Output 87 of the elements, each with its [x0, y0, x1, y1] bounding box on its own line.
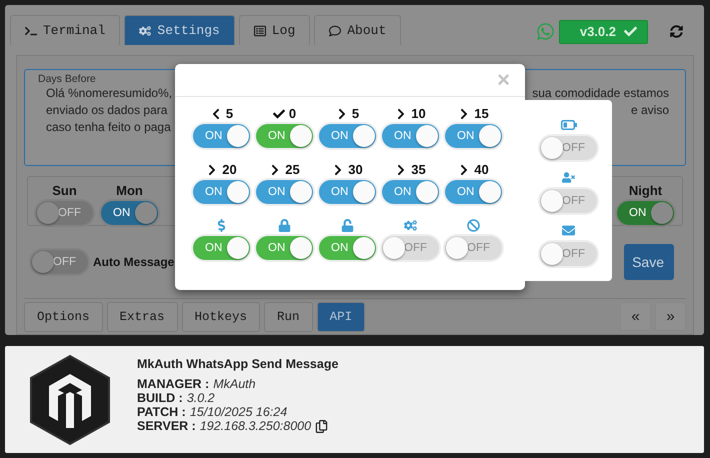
toggle-switch[interactable]: ON: [445, 124, 502, 148]
save-button[interactable]: Save: [624, 244, 674, 280]
copy-icon[interactable]: [315, 420, 328, 432]
toggle-switch[interactable]: ON: [445, 180, 502, 204]
tab-label: Log: [272, 23, 296, 38]
tab-label: About: [347, 23, 386, 38]
threshold-label: 35: [411, 162, 426, 177]
section-tab[interactable]: Extras: [106, 302, 178, 332]
toggle-switch[interactable]: OFF: [31, 250, 88, 274]
toggle-switch[interactable]: ON: [617, 201, 674, 225]
toggle-switch[interactable]: ON: [256, 124, 313, 148]
pager-button[interactable]: »: [655, 302, 686, 331]
toggle-switch[interactable]: ON: [101, 201, 158, 225]
threshold-label: 40: [474, 162, 489, 177]
nav-tab[interactable]: Terminal: [10, 15, 120, 45]
threshold-label: 15: [474, 106, 489, 121]
info-label: PATCH :: [137, 405, 186, 419]
check-icon: [272, 108, 285, 120]
threshold-label: 10: [411, 106, 426, 121]
day-label: Sun: [52, 183, 77, 198]
toggle-switch[interactable]: ON: [193, 124, 250, 148]
toggle-switch[interactable]: OFF: [36, 201, 93, 225]
whatsapp-icon: [536, 22, 555, 41]
threshold-label: 5: [226, 106, 234, 121]
day-label: Night: [628, 183, 662, 198]
close-button[interactable]: ×: [497, 69, 510, 91]
section-tab[interactable]: Hotkeys: [182, 302, 260, 332]
toggle-switch[interactable]: OFF: [445, 236, 502, 260]
toggle-switch[interactable]: ON: [319, 236, 376, 260]
toggle-switch[interactable]: ON: [382, 124, 439, 148]
message-text: enviado os dados para: [46, 102, 168, 119]
section-tab[interactable]: Run: [264, 302, 313, 332]
toggle-switch[interactable]: ON: [256, 180, 313, 204]
message-text: Olá %nomeresumido%,: [46, 85, 172, 102]
message-text: caso tenha feito o paga: [46, 119, 171, 136]
toggle-switch[interactable]: ON: [256, 236, 313, 260]
toggle-switch[interactable]: ON: [319, 180, 376, 204]
terminal-icon: [25, 24, 37, 36]
ban-icon: [467, 219, 480, 232]
unlock-icon: [341, 219, 354, 232]
toggle-switch[interactable]: OFF: [540, 136, 597, 160]
info-value: MkAuth: [213, 377, 256, 391]
threshold-label: 0: [288, 106, 296, 121]
envelope-icon: [562, 224, 575, 237]
toggle-switch[interactable]: ON: [319, 124, 376, 148]
nav-tab[interactable]: About: [314, 15, 402, 45]
info-value: 3.0.2: [186, 391, 215, 405]
threshold-label: 25: [285, 162, 300, 177]
toggle-switch[interactable]: ON: [193, 236, 250, 260]
toggle-switch[interactable]: OFF: [382, 236, 439, 260]
info-label: BUILD :: [137, 391, 183, 405]
message-text: sua comodidade estamos: [532, 85, 669, 102]
logo-icon: [27, 354, 113, 446]
list-icon: [254, 24, 266, 36]
lock-icon: [278, 219, 291, 232]
version-button[interactable]: v3.0.2: [558, 20, 648, 44]
user-remove-icon: [562, 171, 575, 184]
speech-bubble-icon: [329, 24, 342, 36]
battery-icon: [560, 120, 576, 130]
threshold-label: 30: [348, 162, 363, 177]
message-text: e aviso: [630, 102, 669, 119]
tab-label: Settings: [157, 23, 220, 38]
section-tab[interactable]: API: [316, 302, 366, 332]
gears-icon: [139, 24, 152, 36]
nav-tab[interactable]: Settings: [124, 15, 235, 45]
dollar-icon: [215, 219, 228, 232]
threshold-label: 5: [352, 106, 360, 121]
info-value: 15/10/2025 16:24: [190, 405, 288, 419]
field-label: Days Before: [38, 74, 96, 85]
toggle-switch[interactable]: OFF: [540, 242, 597, 266]
toggle-switch[interactable]: ON: [193, 180, 250, 204]
check-icon: [624, 25, 637, 38]
gears-icon: [404, 219, 417, 232]
tab-label: Terminal: [43, 23, 106, 38]
nav-tab[interactable]: Log: [238, 15, 310, 45]
day-label: Mon: [116, 183, 143, 198]
app-title: MkAuth WhatsApp Send Message: [137, 357, 338, 371]
toggle-label: Auto Message: [93, 255, 174, 269]
threshold-label: 20: [222, 162, 237, 177]
info-label: SERVER :: [137, 419, 196, 433]
info-label: MANAGER :: [137, 377, 210, 391]
refresh-icon[interactable]: [670, 25, 683, 38]
info-value: 192.168.3.250:8000: [200, 419, 312, 433]
toggle-switch[interactable]: ON: [382, 180, 439, 204]
section-tab[interactable]: Options: [24, 302, 103, 332]
pager-button[interactable]: «: [620, 302, 651, 331]
toggle-switch[interactable]: OFF: [540, 189, 597, 213]
